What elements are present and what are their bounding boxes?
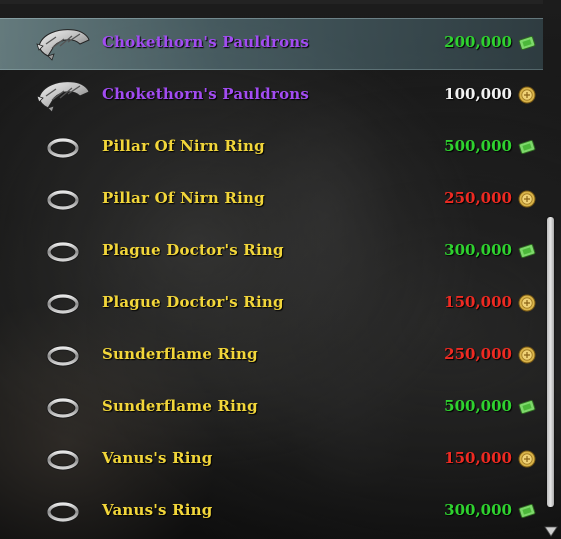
item-price: 500,000: [444, 137, 512, 155]
ring-icon: [34, 232, 92, 272]
gold-coin-icon: [518, 294, 536, 312]
gold-coin-icon: [518, 346, 536, 364]
item-name: Chokethorn's Pauldrons: [102, 33, 310, 51]
store-item-row[interactable]: Chokethorn's Pauldrons 200,000: [0, 18, 543, 70]
crown-gem-icon: [518, 138, 536, 156]
list-scrollbar[interactable]: [543, 0, 561, 539]
item-name: Vanus's Ring: [102, 449, 213, 467]
store-item-row[interactable]: Pillar Of Nirn Ring 500,000: [0, 122, 543, 174]
gold-coin-icon: [518, 450, 536, 468]
scroll-down-arrow-icon[interactable]: [544, 522, 558, 537]
crown-gem-icon: [518, 502, 536, 520]
item-price: 100,000: [444, 85, 512, 103]
ring-icon: [34, 492, 92, 532]
ring-icon: [34, 180, 92, 220]
gold-coin-icon: [518, 86, 536, 104]
ring-icon: [34, 440, 92, 480]
item-price: 300,000: [444, 501, 512, 519]
ring-icon: [34, 336, 92, 376]
item-price: 150,000: [444, 293, 512, 311]
item-name: Vanus's Ring: [102, 501, 213, 519]
item-price: 250,000: [444, 345, 512, 363]
ring-icon: [34, 388, 92, 428]
store-item-row[interactable]: Plague Doctor's Ring 300,000: [0, 226, 543, 278]
item-price: 200,000: [444, 33, 512, 51]
crown-gem-icon: [518, 34, 536, 52]
item-price: 250,000: [444, 189, 512, 207]
item-name: Plague Doctor's Ring: [102, 293, 284, 311]
item-price: 150,000: [444, 449, 512, 467]
ring-icon: [34, 284, 92, 324]
gold-coin-icon: [518, 190, 536, 208]
store-item-row[interactable]: Sunderflame Ring 250,000: [0, 330, 543, 382]
item-name: Pillar Of Nirn Ring: [102, 137, 265, 155]
store-item-row[interactable]: Chokethorn's Pauldrons 100,000: [0, 70, 543, 122]
item-name: Sunderflame Ring: [102, 397, 258, 415]
ring-icon: [34, 128, 92, 168]
store-item-row[interactable]: Vanus's Ring 300,000: [0, 486, 543, 538]
scrollbar-thumb[interactable]: [547, 217, 554, 507]
store-item-row[interactable]: Sunderflame Ring 500,000: [0, 382, 543, 434]
item-name: Pillar Of Nirn Ring: [102, 189, 265, 207]
item-name: Sunderflame Ring: [102, 345, 258, 363]
item-price: 300,000: [444, 241, 512, 259]
item-name: Chokethorn's Pauldrons: [102, 85, 310, 103]
store-item-row[interactable]: Plague Doctor's Ring 150,000: [0, 278, 543, 330]
item-name: Plague Doctor's Ring: [102, 241, 284, 259]
crown-gem-icon: [518, 398, 536, 416]
pauldron-icon: [34, 76, 92, 116]
store-item-row[interactable]: Pillar Of Nirn Ring 250,000: [0, 174, 543, 226]
item-price: 500,000: [444, 397, 512, 415]
pauldron-icon: [34, 24, 92, 64]
store-item-row[interactable]: Vanus's Ring 150,000: [0, 434, 543, 486]
partial-row-above: [0, 0, 543, 4]
store-item-list: Chokethorn's Pauldrons 200,000 Chokethor…: [0, 0, 543, 539]
crown-gem-icon: [518, 242, 536, 260]
